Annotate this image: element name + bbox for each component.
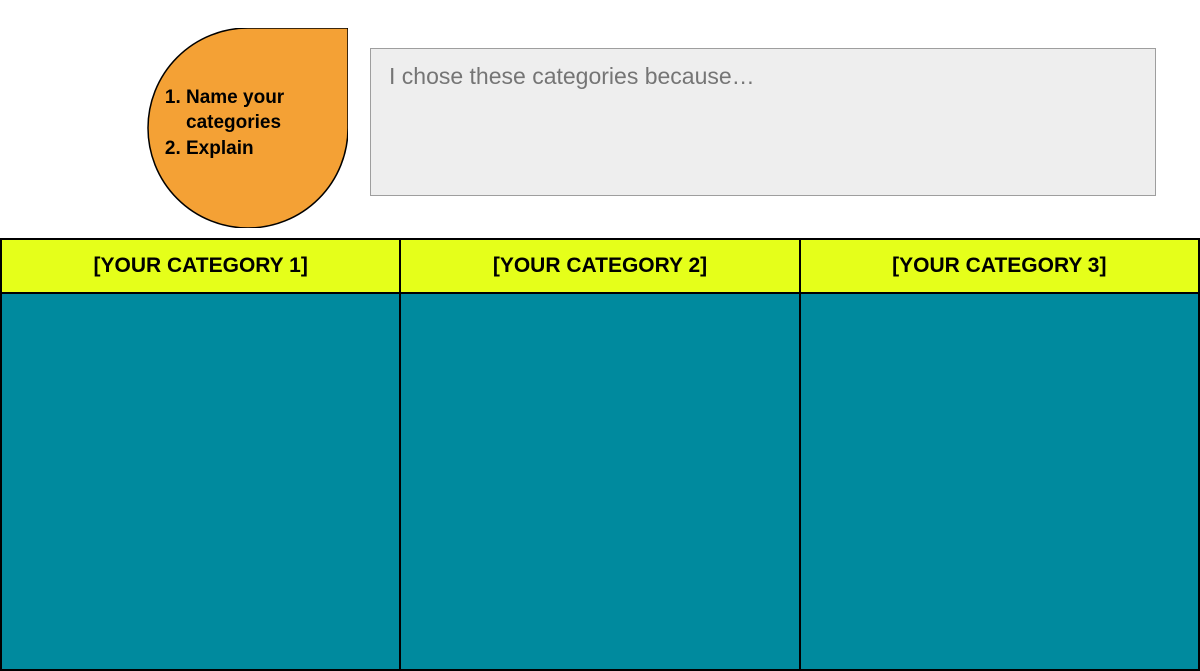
explanation-input[interactable] [370,48,1156,196]
category-cell-2[interactable] [400,293,799,670]
category-body-row [1,293,1199,670]
instruction-item-1: Name your categories [186,86,338,135]
category-header-1[interactable]: [YOUR CATEGORY 1] [1,239,400,293]
instruction-list: Name your categories Explain [158,86,338,164]
top-section: Name your categories Explain [0,0,1200,238]
category-header-3[interactable]: [YOUR CATEGORY 3] [800,239,1199,293]
category-cell-3[interactable] [800,293,1199,670]
category-header-row: [YOUR CATEGORY 1] [YOUR CATEGORY 2] [YOU… [1,239,1199,293]
category-header-2[interactable]: [YOUR CATEGORY 2] [400,239,799,293]
instruction-teardrop: Name your categories Explain [108,28,348,228]
instruction-item-2: Explain [186,137,338,162]
category-cell-1[interactable] [1,293,400,670]
category-table: [YOUR CATEGORY 1] [YOUR CATEGORY 2] [YOU… [0,238,1200,671]
